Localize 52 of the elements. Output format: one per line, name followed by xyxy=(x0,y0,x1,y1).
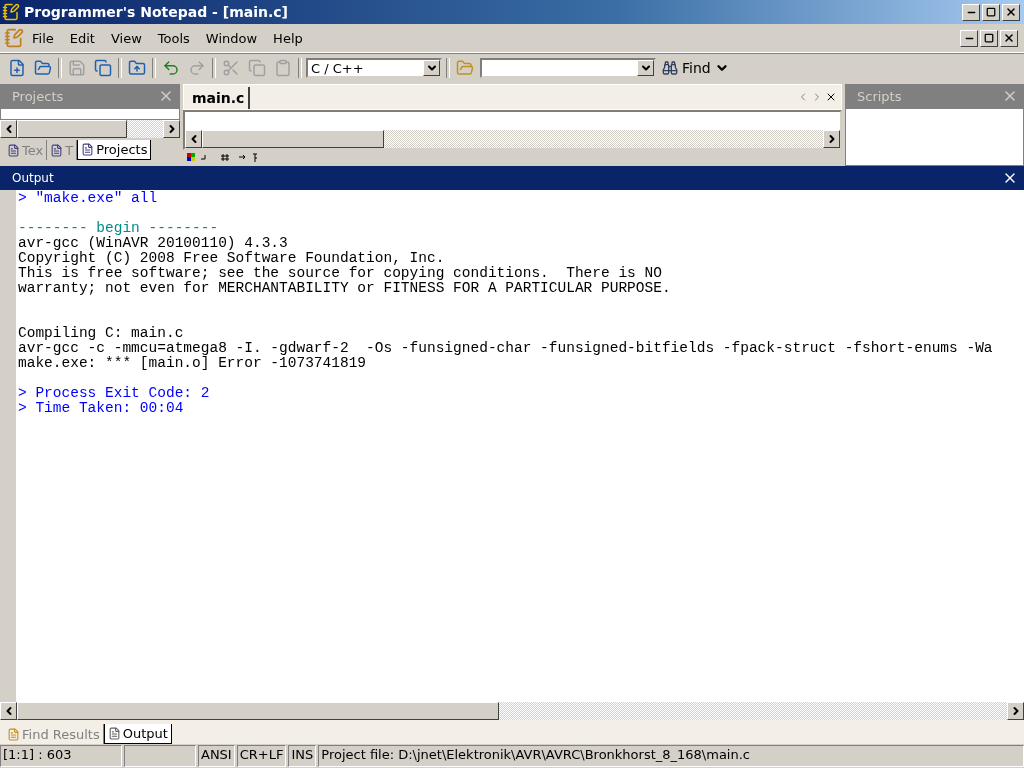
scrollbar-thumb[interactable] xyxy=(17,120,127,138)
marker-icons-drawing xyxy=(187,152,257,162)
status-field: CR+LF xyxy=(236,745,287,767)
horizontal-scrollbar[interactable] xyxy=(0,120,180,138)
output-line: > Process Exit Code: 2 xyxy=(18,386,211,401)
output-line: > Time Taken: 00:04 xyxy=(18,401,185,416)
output-line: Copyright (C) 2008 Free Software Foundation, Inc. xyxy=(18,251,446,266)
binoculars-icon[interactable] xyxy=(662,60,678,76)
output-line: > "make.exe" all xyxy=(18,191,159,206)
output-line: This is free software; see the source for copying conditions. There is NO xyxy=(18,266,663,281)
status-field: [1:1] : 603 xyxy=(0,745,122,767)
output-line: make.exe: *** [main.o] Error -1073741819 xyxy=(18,356,368,371)
document-icon[interactable] xyxy=(50,143,64,157)
app-icon xyxy=(2,3,20,21)
menu-item[interactable]: Help xyxy=(265,28,311,48)
output-line: warranty; not even for MERCHANTABILITY or FITNESS FOR A PARTICULAR PURPOSE. xyxy=(18,281,672,296)
output-line: Compiling C: main.c xyxy=(18,326,185,341)
output-line: avr-gcc (WinAVR 20100110) 4.3.3 xyxy=(18,236,289,251)
document-icon[interactable] xyxy=(107,727,121,740)
document-icon[interactable] xyxy=(7,143,20,157)
status-field: Project file: D:\jnet\Elektronik\AVR\AVRC\Bronkhorst_8_168\main.c xyxy=(318,745,1024,767)
scrollbar-thumb[interactable] xyxy=(202,130,384,148)
find-button[interactable]: Find xyxy=(660,60,731,76)
status-field: ANSI xyxy=(198,745,235,767)
output-tab[interactable]: Output xyxy=(103,724,172,744)
menu-item[interactable]: Window xyxy=(197,28,266,48)
restore-button[interactable] xyxy=(982,3,1000,21)
output-line: avr-gcc -c -mmcu=atmega8 -I. -gdwarf-2 -Os -funsigned-char -funsigned-bitfields -fpack-struct -fshort-enums -Wa xyxy=(18,341,993,356)
menu-item[interactable]: File xyxy=(24,28,62,48)
window-title: Programmer's Notepad - [main.c] xyxy=(24,4,289,20)
output-tab[interactable]: Find Results xyxy=(4,724,104,744)
menu-item[interactable]: Tools xyxy=(149,28,198,48)
language-dropdown[interactable]: C / C++ xyxy=(306,58,442,78)
close-icon[interactable] xyxy=(825,91,837,103)
panel-tab[interactable]: Projects xyxy=(77,140,152,160)
search-field[interactable] xyxy=(480,58,656,78)
output-line: -------- begin -------- xyxy=(18,221,220,236)
panel-title: Scripts xyxy=(857,88,902,104)
document-icon[interactable] xyxy=(81,143,95,156)
output-title: Output xyxy=(12,171,54,185)
restore-icon[interactable] xyxy=(986,7,996,17)
panel-title: Projects xyxy=(12,88,64,104)
status-field: INS xyxy=(288,745,317,767)
editor-area[interactable] xyxy=(183,110,842,150)
horizontal-scrollbar[interactable] xyxy=(185,130,840,148)
restore-icon[interactable] xyxy=(984,33,994,43)
scrollbar-thumb[interactable] xyxy=(17,702,499,720)
restore-button[interactable] xyxy=(980,29,998,47)
horizontal-scrollbar[interactable] xyxy=(0,702,1024,720)
menu-item[interactable]: View xyxy=(102,28,150,48)
status-field xyxy=(124,745,196,767)
menu-item[interactable]: Edit xyxy=(61,28,103,48)
